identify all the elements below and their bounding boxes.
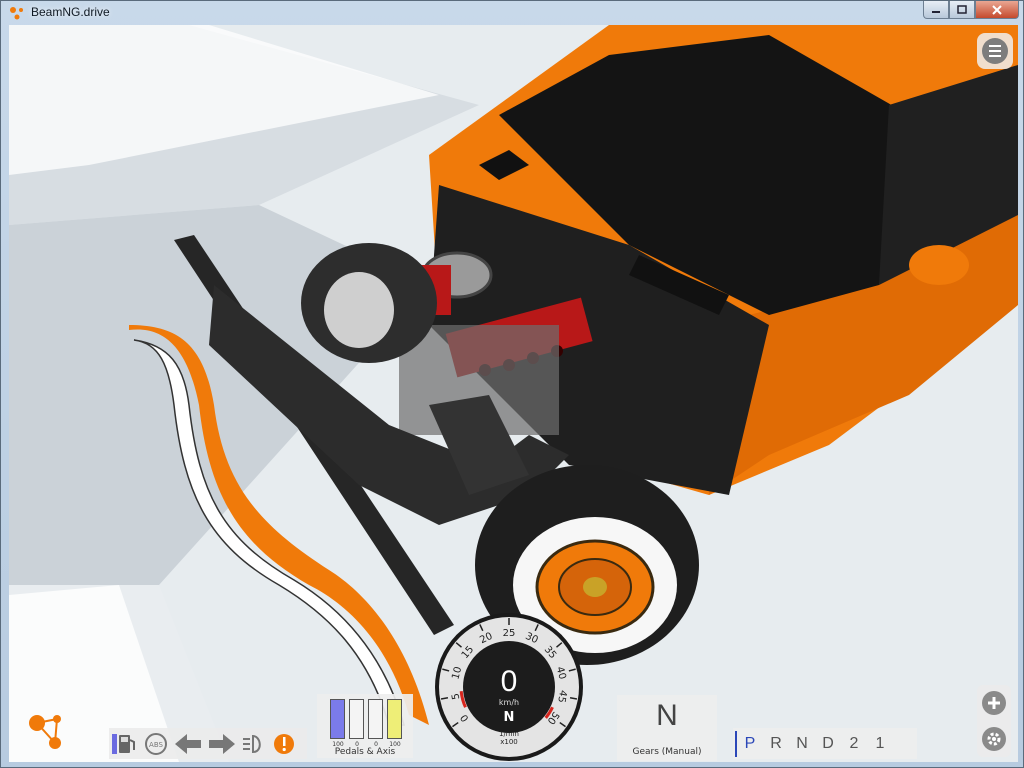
current-gear: N <box>656 699 678 732</box>
hamburger-menu-icon <box>982 38 1008 64</box>
vehicle-status-panel: ABS <box>109 728 307 759</box>
gearbox-widget: N Gears (Manual) <box>617 695 717 761</box>
speed-unit: km/h <box>498 698 520 707</box>
clutch-pedal-bar <box>368 699 383 739</box>
abs-icon: ABS <box>143 732 169 756</box>
rpm-unit-line2: x100 <box>500 738 518 746</box>
settings-button[interactable] <box>982 727 1006 751</box>
headlight-icon <box>241 732 267 756</box>
close-button[interactable] <box>975 1 1019 19</box>
close-icon <box>992 4 1002 15</box>
svg-text:ABS: ABS <box>149 741 163 749</box>
pedals-axis-widget: 100 0 0 100 Pedals & Axis <box>317 694 413 758</box>
speed-readout: 0 <box>500 665 518 698</box>
throttle-pedal-bar <box>330 699 345 739</box>
tacho-gear-indicator: N <box>503 710 515 725</box>
shifter-pos-p: P <box>744 734 756 752</box>
shifter-pos-2: 2 <box>849 734 859 752</box>
add-app-button[interactable] <box>982 691 1006 715</box>
settings-icon <box>987 732 1001 746</box>
left-arrow-icon <box>173 732 203 756</box>
right-arrow-icon <box>207 732 237 756</box>
beamng-hud-logo-icon[interactable] <box>23 709 67 753</box>
window-title: BeamNG.drive <box>31 5 110 19</box>
game-viewport[interactable]: ABS 100 0 0 100 Pedals & Axis 0 5 10 15 … <box>9 25 1018 762</box>
add-icon <box>988 697 1000 709</box>
warning-icon <box>271 732 297 756</box>
maximize-button[interactable] <box>949 1 975 19</box>
gearbox-label: Gears (Manual) <box>632 747 702 757</box>
fuel-icon <box>111 732 139 756</box>
side-toolbar <box>977 685 1011 757</box>
maximize-icon <box>957 5 967 14</box>
shifter-pos-n: N <box>796 734 808 752</box>
minimize-button[interactable] <box>923 1 949 19</box>
app-window: BeamNG.drive ABS 100 0 0 100 Pedals & Ax… <box>0 0 1024 768</box>
shifter-widget: P R N D 2 1 <box>733 728 917 759</box>
shifter-pos-1: 1 <box>875 734 885 752</box>
main-menu-button[interactable] <box>977 33 1013 69</box>
window-controls <box>923 1 1019 19</box>
shifter-pos-r: R <box>770 734 782 752</box>
steering-axis-bar <box>387 699 402 739</box>
rpm-unit: 1/min x100 <box>433 730 585 746</box>
title-bar[interactable]: BeamNG.drive <box>1 1 1024 25</box>
tacho-tick-label: 25 <box>503 628 516 639</box>
brake-pedal-bar <box>349 699 364 739</box>
beamng-logo-icon <box>10 7 23 20</box>
minimize-icon <box>932 10 940 13</box>
rpm-unit-line1: 1/min <box>498 730 519 738</box>
shifter-pos-d: D <box>822 734 834 752</box>
pedals-axis-label: Pedals & Axis <box>334 747 396 757</box>
